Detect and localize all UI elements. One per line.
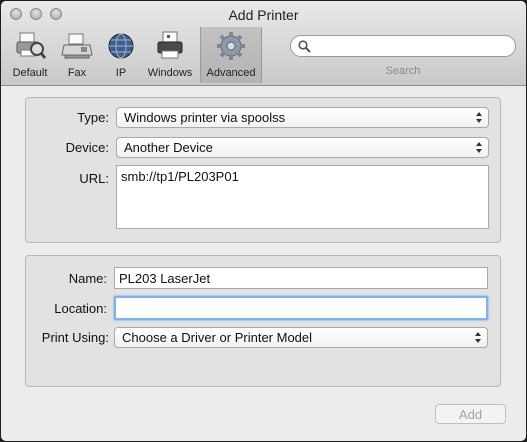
add-button[interactable]: Add <box>435 404 506 424</box>
url-label: URL: <box>79 171 109 186</box>
toolbar-fax-label: Fax <box>67 67 87 79</box>
search-input[interactable] <box>315 38 509 56</box>
fax-icon <box>61 31 93 66</box>
toolbar-ip-label: IP <box>115 67 127 79</box>
toolbar-windows[interactable]: Windows <box>143 27 197 83</box>
url-value: smb://tp1/PL203P01 <box>121 169 239 184</box>
name-field[interactable]: PL203 LaserJet <box>114 267 488 289</box>
default-printer-icon <box>14 31 47 66</box>
title-toolbar: Add Printer Default Fax IP Windows Advan… <box>1 1 526 86</box>
add-printer-window: Add Printer Default Fax IP Windows Advan… <box>1 1 526 441</box>
device-label: Device: <box>65 140 109 155</box>
gear-icon <box>216 31 246 66</box>
toolbar-fax[interactable]: Fax <box>57 27 97 83</box>
location-label: Location: <box>54 301 107 316</box>
type-label: Type: <box>77 110 109 125</box>
toolbar-default[interactable]: Default <box>5 27 55 83</box>
search-icon <box>298 40 311 58</box>
globe-icon <box>106 31 136 66</box>
toolbar-advanced-label: Advanced <box>206 67 256 79</box>
search-field[interactable] <box>290 35 516 57</box>
print-using-label: Print Using: <box>41 330 109 345</box>
print-using-value: Choose a Driver or Printer Model <box>122 330 313 345</box>
toolbar-default-label: Default <box>12 67 48 79</box>
popup-arrows-icon <box>476 142 482 153</box>
type-popup[interactable]: Windows printer via spoolss <box>116 107 489 128</box>
device-popup[interactable]: Another Device <box>116 137 489 158</box>
print-using-popup[interactable]: Choose a Driver or Printer Model <box>114 327 488 348</box>
name-value: PL203 LaserJet <box>119 271 211 286</box>
popup-arrows-icon <box>476 112 482 123</box>
toolbar-ip[interactable]: IP <box>101 27 141 83</box>
device-value: Another Device <box>124 140 213 155</box>
name-label: Name: <box>68 271 107 286</box>
type-value: Windows printer via spoolss <box>124 110 286 125</box>
url-field[interactable]: smb://tp1/PL203P01 <box>116 165 489 229</box>
search-caption: Search <box>385 65 421 77</box>
windows-printer-icon <box>154 31 186 66</box>
window-title: Add Printer <box>228 7 299 23</box>
toolbar-advanced[interactable]: Advanced <box>200 27 262 83</box>
popup-arrows-icon <box>475 332 481 343</box>
location-field[interactable] <box>114 296 488 320</box>
toolbar-windows-label: Windows <box>147 67 193 79</box>
